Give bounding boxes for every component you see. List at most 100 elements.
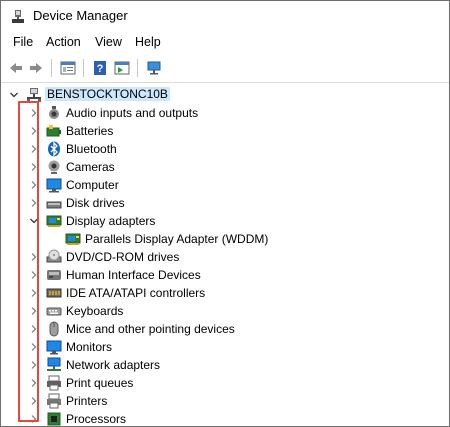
menu-view[interactable]: View	[93, 35, 124, 49]
monitor-icon	[46, 339, 62, 355]
bluetooth-icon	[46, 141, 62, 157]
back-arrow-icon	[10, 63, 22, 73]
properties-button[interactable]	[57, 57, 79, 79]
tree-item-label: Monitors	[66, 340, 113, 354]
display-adapter-icon	[65, 231, 81, 247]
speaker-icon	[46, 105, 62, 121]
tree-item-label: Display adapters	[66, 214, 156, 228]
tree-category[interactable]: Disk drives	[1, 194, 449, 212]
toolbar: ?	[1, 54, 449, 83]
tree-item-label: DVD/CD-ROM drives	[66, 250, 180, 264]
chevron-right-icon[interactable]	[29, 412, 39, 426]
tree-item-label: Processors	[66, 412, 127, 426]
camera-icon	[46, 159, 62, 175]
menu-help[interactable]: Help	[133, 35, 163, 49]
chevron-right-icon[interactable]	[29, 394, 39, 408]
forward-button[interactable]	[25, 57, 47, 79]
forward-arrow-icon	[30, 63, 42, 73]
mouse-icon	[46, 321, 62, 337]
tree-device[interactable]: Parallels Display Adapter (WDDM)	[1, 230, 449, 248]
tree-category[interactable]: Bluetooth	[1, 140, 449, 158]
tree-root[interactable]: BENSTOCKTONC10B	[1, 86, 449, 104]
tree-item-label: Printers	[66, 394, 108, 408]
printer-icon	[46, 393, 62, 409]
chevron-right-icon[interactable]	[29, 106, 39, 120]
tree-item-label: Audio inputs and outputs	[66, 106, 199, 120]
window-title: Device Manager	[33, 8, 128, 23]
print-queue-icon	[46, 375, 62, 391]
chevron-right-icon[interactable]	[29, 376, 39, 390]
chevron-down-icon[interactable]	[29, 214, 39, 228]
chevron-right-icon[interactable]	[29, 178, 39, 192]
help-button[interactable]: ?	[89, 57, 111, 79]
ide-controller-icon	[46, 285, 62, 301]
chevron-right-icon[interactable]	[29, 250, 39, 264]
tree-category[interactable]: Computer	[1, 176, 449, 194]
tree-item-label: Computer	[66, 178, 119, 192]
tree-category[interactable]: Printers	[1, 392, 449, 410]
network-adapter-icon	[46, 357, 62, 373]
back-button[interactable]	[5, 57, 27, 79]
tree-category[interactable]: Audio inputs and outputs	[1, 104, 449, 122]
tree-item-label: Parallels Display Adapter (WDDM)	[85, 232, 269, 246]
tree-item-label: Bluetooth	[66, 142, 117, 156]
tree-category[interactable]: IDE ATA/ATAPI controllers	[1, 284, 449, 302]
chevron-right-icon[interactable]	[29, 142, 39, 156]
chevron-down-icon[interactable]	[9, 88, 19, 102]
tree-item-label: BENSTOCKTONC10B	[45, 87, 170, 101]
dvd-icon	[46, 249, 62, 265]
tree-item-label: Print queues	[66, 376, 134, 390]
tree-item-label: Batteries	[66, 124, 114, 138]
tree-item-label: Mice and other pointing devices	[66, 322, 235, 336]
tree-category[interactable]: Mice and other pointing devices	[1, 320, 449, 338]
toolbar-separator	[137, 59, 138, 77]
computer-icon	[46, 177, 62, 193]
processor-icon	[46, 411, 62, 426]
toggle-pane-button[interactable]	[111, 57, 133, 79]
menu-file[interactable]: File	[11, 35, 35, 49]
tree-category[interactable]: Keyboards	[1, 302, 449, 320]
chevron-right-icon[interactable]	[29, 304, 39, 318]
chevron-right-icon[interactable]	[29, 322, 39, 336]
tree-item-label: Human Interface Devices	[66, 268, 201, 282]
scan-monitor-icon	[147, 61, 161, 75]
menu-bar: File Action View Help	[1, 32, 449, 54]
tree-category[interactable]: Print queues	[1, 374, 449, 392]
tree-category[interactable]: Network adapters	[1, 356, 449, 374]
properties-icon	[60, 61, 76, 75]
chevron-right-icon[interactable]	[29, 268, 39, 282]
tree-category[interactable]: Human Interface Devices	[1, 266, 449, 284]
computer-network-icon	[26, 87, 42, 103]
tree-category[interactable]: Display adapters	[1, 212, 449, 230]
title-bar: Device Manager	[1, 1, 449, 32]
battery-icon	[46, 123, 62, 139]
display-adapter-icon	[46, 213, 62, 229]
chevron-right-icon[interactable]	[29, 160, 39, 174]
toggle-pane-icon	[114, 61, 130, 75]
toolbar-separator	[51, 59, 52, 77]
hid-icon	[46, 267, 62, 283]
tree-item-label: Cameras	[66, 160, 115, 174]
toolbar-separator	[83, 59, 84, 77]
chevron-right-icon[interactable]	[29, 286, 39, 300]
menu-action[interactable]: Action	[44, 35, 83, 49]
tree-item-label: Disk drives	[66, 196, 125, 210]
tree-item-label: Keyboards	[66, 304, 124, 318]
scan-hardware-button[interactable]	[143, 57, 165, 79]
tree-category[interactable]: Cameras	[1, 158, 449, 176]
device-tree: BENSTOCKTONC10B Audio inputs and outputs B…	[1, 83, 449, 426]
device-manager-window: Device Manager File Action View Help ? B…	[0, 0, 450, 427]
tree-item-label: Network adapters	[66, 358, 161, 372]
chevron-right-icon[interactable]	[29, 124, 39, 138]
device-manager-icon	[12, 10, 24, 23]
tree-category[interactable]: Monitors	[1, 338, 449, 356]
tree-category[interactable]: Batteries	[1, 122, 449, 140]
chevron-right-icon[interactable]	[29, 340, 39, 354]
svg-text:?: ?	[97, 63, 104, 75]
chevron-right-icon[interactable]	[29, 358, 39, 372]
disk-drive-icon	[46, 195, 62, 211]
keyboard-icon	[46, 303, 62, 319]
tree-category[interactable]: Processors	[1, 410, 449, 426]
chevron-right-icon[interactable]	[29, 196, 39, 210]
tree-category[interactable]: DVD/CD-ROM drives	[1, 248, 449, 266]
